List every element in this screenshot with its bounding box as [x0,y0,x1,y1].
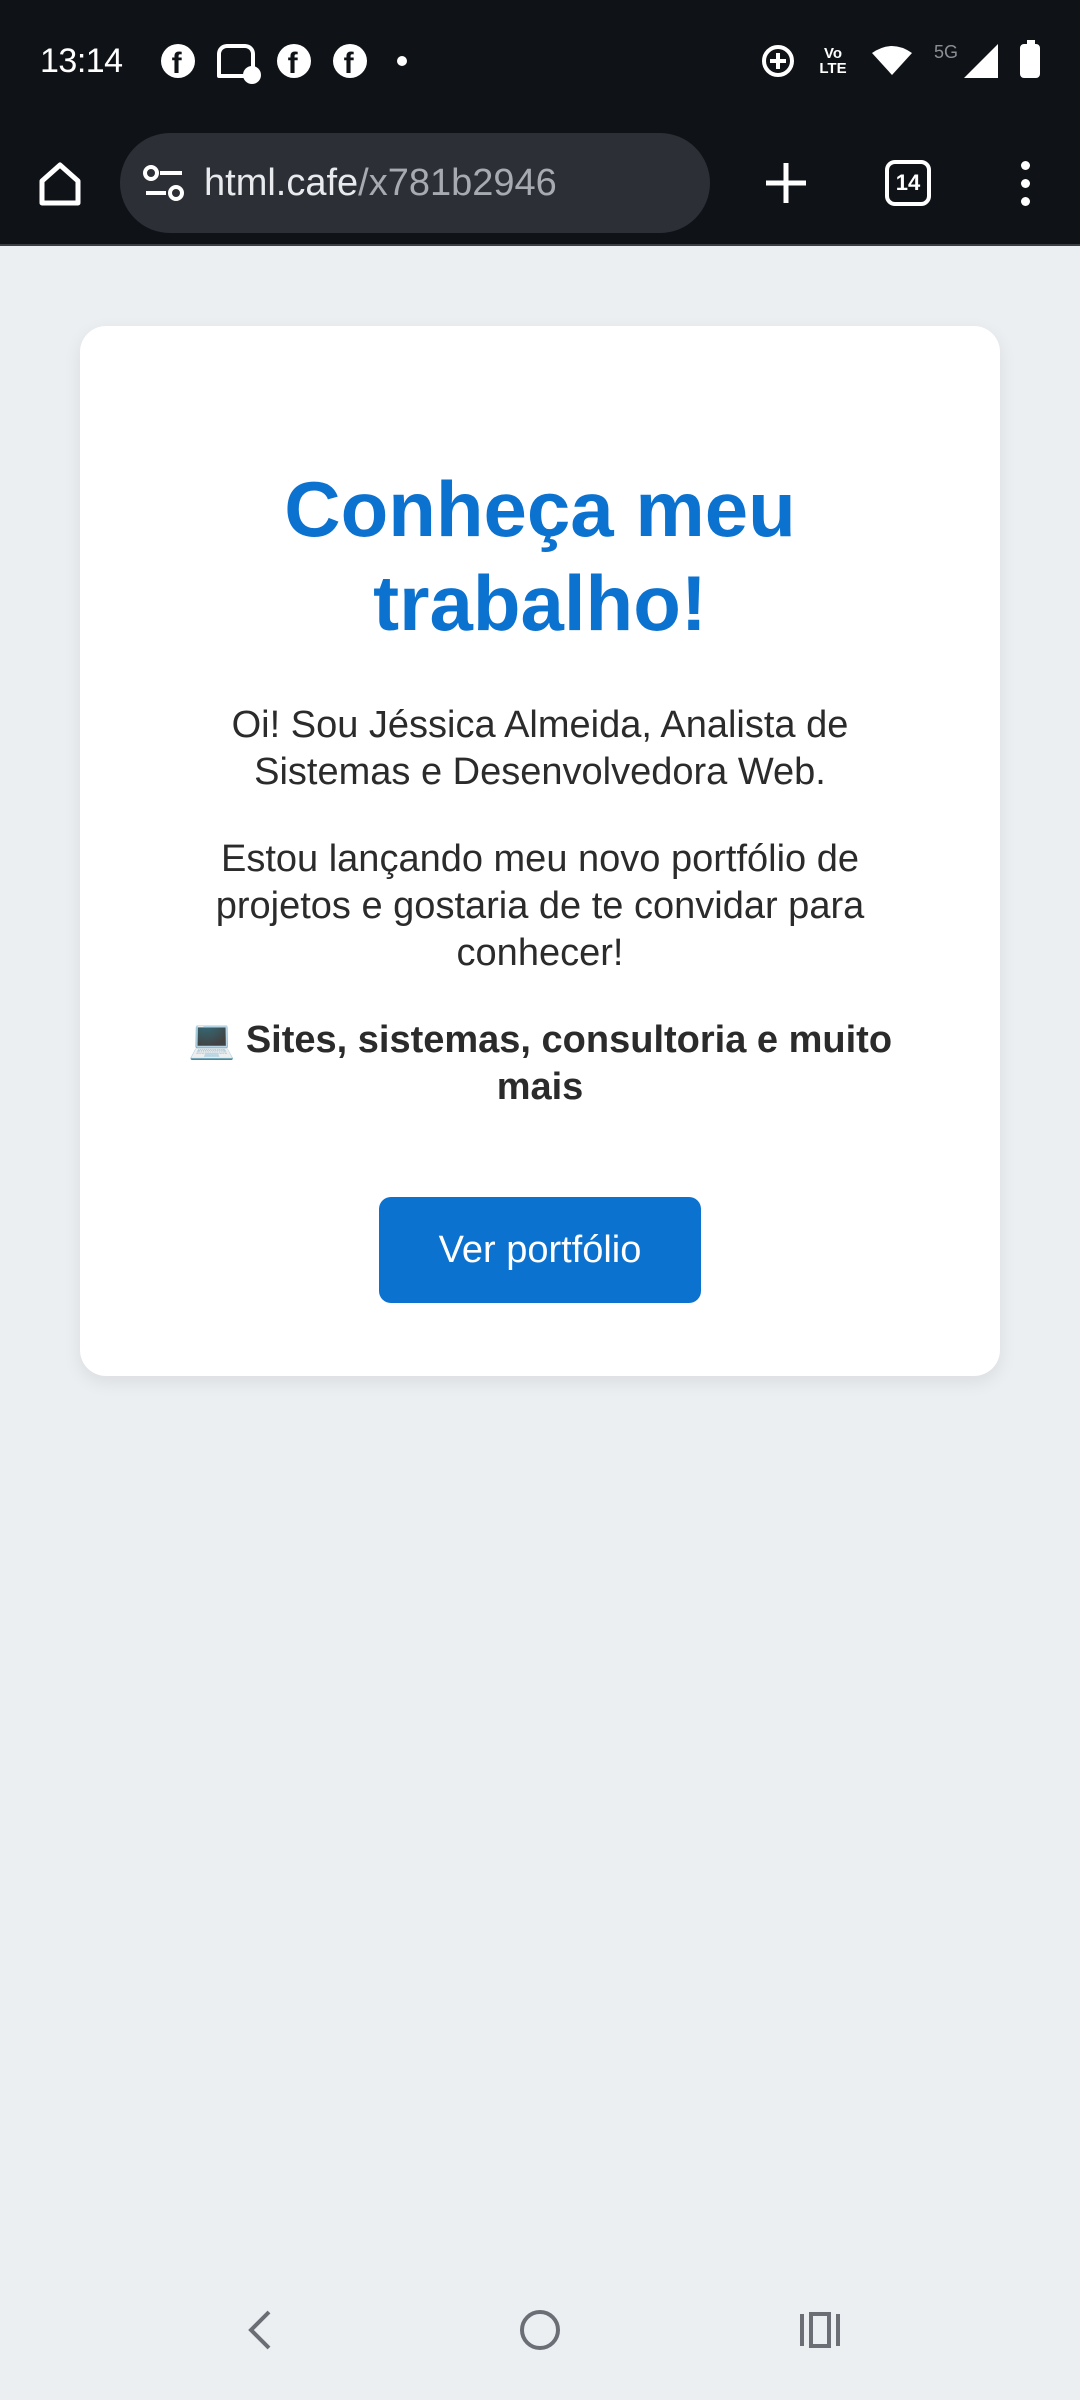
view-portfolio-button[interactable]: Ver portfólio [379,1197,701,1303]
messenger-icon [216,44,261,84]
home-circle-icon [520,2310,560,2350]
wifi-icon [871,46,912,75]
system-icons: Vo LTE 5G [761,40,1040,78]
system-nav-bar [0,2260,1080,2400]
address-bar[interactable]: html.cafe/x781b2946 [120,133,710,233]
facebook-icon: f [276,44,311,78]
recents-button[interactable] [760,2280,880,2380]
network-type-badge: 5G [933,41,958,62]
back-button[interactable] [200,2280,320,2380]
new-tab-button[interactable] [726,121,846,245]
site-settings-icon[interactable] [142,163,186,203]
facebook-icon: f [332,44,367,78]
page-title: Conheça meu trabalho! [284,465,796,647]
browser-toolbar: html.cafe/x781b2946 14 [0,122,1080,246]
home-button[interactable] [0,121,120,245]
back-icon [248,2310,271,2350]
status-time: 13:14 [40,41,123,80]
volte-icon: Vo LTE [819,45,847,77]
tab-switcher-button[interactable]: 14 [846,121,970,245]
services-highlight: 💻 Sites, sistemas, consultoria e muito m… [187,1019,893,1108]
url-text: html.cafe/x781b2946 [204,162,557,205]
url-host: html.cafe [204,161,359,204]
tab-count: 14 [885,160,931,206]
plus-icon [766,163,806,203]
home-icon [39,162,81,206]
menu-dot-icon [1020,178,1030,188]
menu-dot-icon [1020,160,1030,170]
invite-text: Estou lançando meu novo portfólio de pro… [215,838,865,974]
cell-signal-icon [964,44,998,78]
battery-icon [1020,40,1040,78]
facebook-icon: f [160,44,195,78]
url-path: /x781b2946 [358,161,557,204]
menu-dot-icon [1020,196,1030,206]
home-nav-button[interactable] [480,2280,600,2380]
invite-card: Conheça meu trabalho! Oi! Sou Jéssica Al… [80,326,1000,1376]
data-saver-icon [761,45,794,77]
recents-icon [800,2312,840,2348]
notification-icons: f f f [160,44,407,84]
intro-text: Oi! Sou Jéssica Almeida, Analista de Sis… [231,704,849,793]
browser-menu-button[interactable] [970,121,1080,245]
more-notifications-icon [396,56,407,66]
status-bar: 13:14 f f f Vo LTE 5G [0,0,1080,122]
